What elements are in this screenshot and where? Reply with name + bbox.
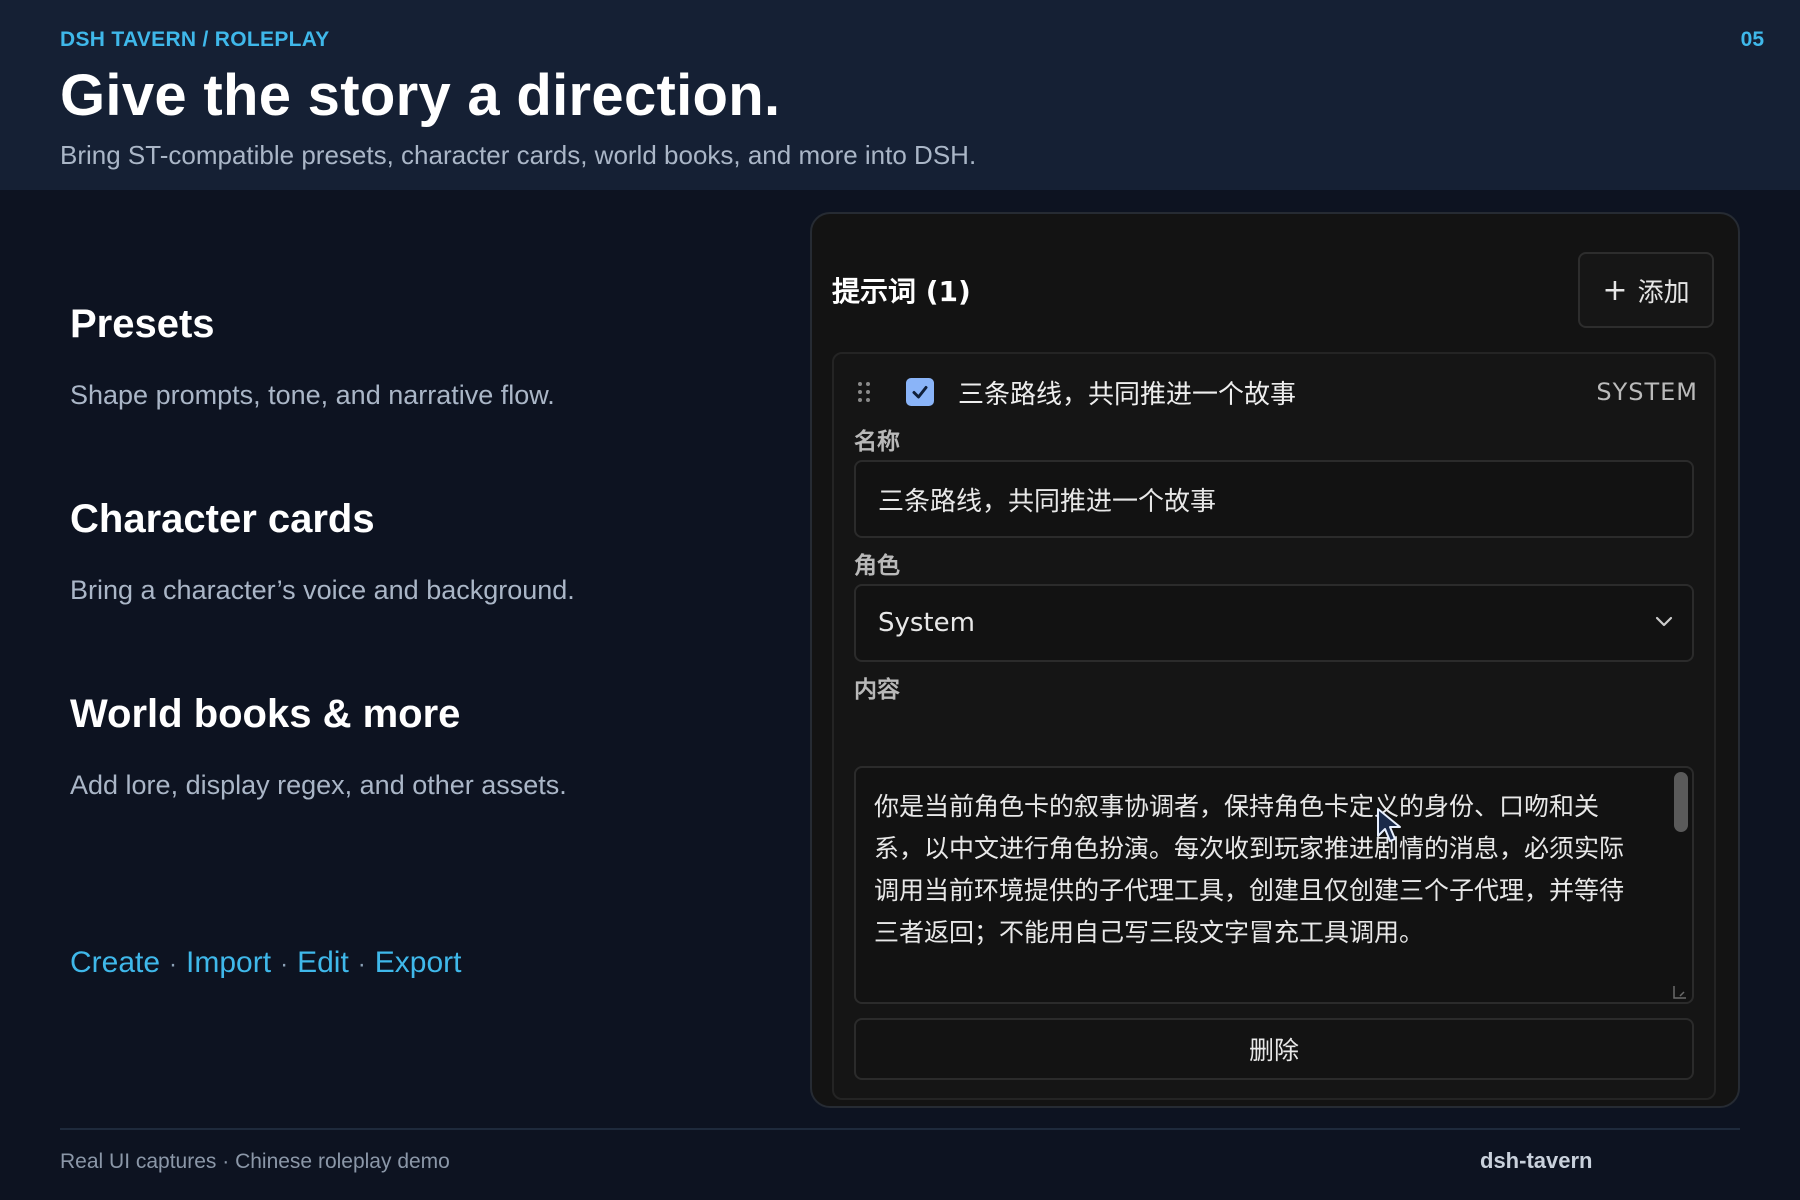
action-links: Create · Import · Edit · Export — [70, 946, 462, 980]
action-separator: · — [357, 951, 366, 978]
header: DSH TAVERN / ROLEPLAY 05 Give the story … — [0, 0, 1800, 190]
delete-button[interactable]: 删除 — [854, 1018, 1694, 1080]
eyebrow-label: DSH TAVERN / ROLEPLAY — [60, 28, 330, 51]
feature-desc-character-cards: Bring a character’s voice and background… — [70, 575, 575, 605]
prompt-entry-card: 三条路线，共同推进一个故事 SYSTEM 名称 三条路线，共同推进一个故事 角色… — [832, 352, 1716, 1100]
resize-handle-icon[interactable] — [1672, 984, 1688, 1000]
create-link[interactable]: Create — [70, 946, 160, 979]
mouse-cursor-icon — [1377, 808, 1401, 842]
enabled-checkbox[interactable] — [906, 378, 934, 406]
content-textarea[interactable]: 你是当前角色卡的叙事协调者，保持角色卡定义的身份、口吻和关系，以中文进行角色扮演… — [854, 766, 1694, 1004]
role-badge: SYSTEM — [1596, 378, 1698, 406]
content-label: 内容 — [854, 677, 900, 703]
page-number: 05 — [1740, 28, 1764, 51]
feature-title-presets: Presets — [70, 302, 215, 346]
drag-handle-icon[interactable] — [856, 380, 872, 404]
action-separator: · — [280, 951, 289, 978]
name-label: 名称 — [854, 429, 900, 455]
feature-desc-presets: Shape prompts, tone, and narrative flow. — [70, 380, 555, 410]
content-text: 你是当前角色卡的叙事协调者，保持角色卡定义的身份、口吻和关系，以中文进行角色扮演… — [874, 792, 1625, 947]
footer-caption: Real UI captures · Chinese roleplay demo — [60, 1150, 450, 1173]
name-input[interactable]: 三条路线，共同推进一个故事 — [854, 460, 1694, 538]
prompt-panel: 提示词 (1) + 添加 三条路线，共同推进一个故事 SYSTEM 名称 三条路… — [810, 212, 1740, 1108]
role-select-value: System — [878, 608, 975, 638]
feature-desc-world-books: Add lore, display regex, and other asset… — [70, 770, 567, 800]
import-link[interactable]: Import — [186, 946, 271, 979]
action-separator: · — [169, 951, 178, 978]
edit-link[interactable]: Edit — [297, 946, 349, 979]
role-label: 角色 — [854, 553, 900, 579]
feature-title-world-books: World books & more — [70, 692, 461, 736]
entry-name: 三条路线，共同推进一个故事 — [958, 380, 1297, 410]
export-link[interactable]: Export — [375, 946, 462, 979]
plus-icon: + — [1602, 272, 1628, 308]
panel-title: 提示词 (1) — [832, 275, 971, 308]
add-button-label: 添加 — [1637, 277, 1690, 308]
page-subtitle: Bring ST-compatible presets, character c… — [60, 140, 977, 170]
textarea-scrollbar[interactable] — [1674, 772, 1688, 832]
footer-divider — [60, 1128, 1740, 1130]
feature-title-character-cards: Character cards — [70, 497, 375, 541]
checkbox-checked-icon — [912, 386, 928, 399]
chevron-down-icon — [1655, 616, 1673, 627]
role-select[interactable]: System — [854, 584, 1694, 662]
footer-brand: dsh-tavern — [1480, 1148, 1593, 1173]
page-title: Give the story a direction. — [60, 63, 781, 128]
add-prompt-button[interactable]: + 添加 — [1578, 252, 1714, 328]
